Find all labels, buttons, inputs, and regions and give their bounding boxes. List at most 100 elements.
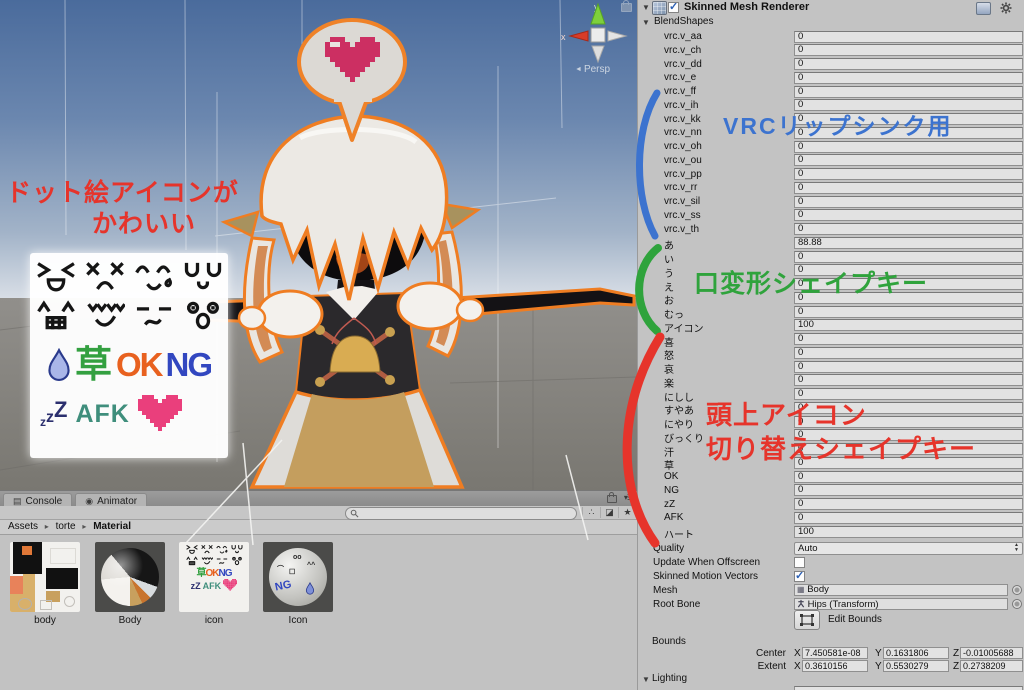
pixel-face-icon — [183, 259, 223, 292]
component-title: Skinned Mesh Renderer — [684, 1, 809, 13]
bounds-label: Bounds — [652, 636, 686, 647]
blendshape-row: vrc.v_ss0 — [638, 209, 1024, 223]
blendshape-label: vrc.v_dd — [664, 59, 702, 70]
search-icon — [350, 509, 359, 518]
search-input[interactable] — [345, 507, 577, 520]
blendshape-label: vrc.v_ff — [664, 86, 696, 97]
pixel-face-icon — [85, 259, 125, 292]
skinned-motion-vectors-checkbox[interactable]: ✓ — [794, 571, 805, 582]
blendshape-row: vrc.v_e0 — [638, 71, 1024, 85]
blendshape-row: ハート 100 — [638, 525, 1024, 539]
gear-icon[interactable] — [1000, 2, 1012, 14]
extent-z-field[interactable]: 0.2738209 — [960, 660, 1023, 672]
blendshape-value-field[interactable]: 0 — [794, 361, 1023, 373]
object-picker-icon[interactable] — [1012, 585, 1022, 595]
tab-label: Animator — [97, 496, 137, 507]
menu-icon[interactable]: ▾☰ — [624, 493, 633, 502]
component-header[interactable]: ▼ ✓ Skinned Mesh Renderer — [638, 0, 1024, 15]
asset-label[interactable]: icon — [179, 615, 249, 626]
edit-bounds-button[interactable] — [794, 610, 820, 630]
breadcrumb-arrow-icon: ▸ — [45, 522, 49, 531]
asset-thumb-icon-texture[interactable]: 草OKNG zZAFK — [179, 542, 249, 612]
blendshape-value-field[interactable]: 0 — [794, 154, 1023, 166]
blendshape-value-field[interactable]: 0 — [794, 512, 1023, 524]
center-z-field[interactable]: -0.01005688 — [960, 647, 1023, 659]
blendshape-value-field[interactable]: 0 — [794, 31, 1023, 43]
scene-view[interactable]: y x ◄Persp ドット絵アイコンが かわいい 草 OK N — [0, 0, 637, 490]
blendshape-value-field[interactable]: 0 — [794, 44, 1023, 56]
update-when-offscreen-checkbox[interactable] — [794, 557, 805, 568]
asset-thumb-body-material[interactable] — [95, 542, 165, 612]
blendshape-value-field[interactable]: 100 — [794, 319, 1023, 331]
blendshape-value-field[interactable]: 0 — [794, 196, 1023, 208]
edit-bounds-label: Edit Bounds — [828, 614, 882, 625]
extent-y-field[interactable]: 0.5530279 — [883, 660, 949, 672]
sprite-pack-button[interactable]: ∴ — [582, 507, 600, 518]
quality-dropdown[interactable]: Auto ▲▼ — [794, 542, 1023, 555]
annotation-cute: ドット絵アイコンが かわいい — [6, 178, 262, 239]
blendshape-value-field[interactable]: 0 — [794, 498, 1023, 510]
help-icon[interactable] — [976, 2, 991, 15]
blendshape-value-field[interactable]: 0 — [794, 58, 1023, 70]
extent-x-field[interactable]: 0.3610156 — [802, 660, 868, 672]
icon-sheet-row: zzZ AFK — [34, 391, 224, 437]
mesh-object-field[interactable]: ▦ Body — [794, 584, 1008, 596]
asset-label[interactable]: body — [10, 615, 80, 626]
pixel-face-icon — [36, 259, 76, 292]
annotation-cute-line2: かわいい — [92, 209, 262, 240]
root-bone-object-field[interactable]: Hips (Transform) — [794, 598, 1008, 610]
blendshape-value-field[interactable]: 0 — [794, 223, 1023, 235]
foldout-arrow-icon[interactable]: ▼ — [642, 18, 650, 27]
label-button[interactable]: ◪ — [600, 507, 618, 518]
annotation-head-line1: 頭上アイコン — [706, 398, 976, 432]
favorite-button[interactable]: ★ — [618, 507, 636, 518]
breadcrumb-assets[interactable]: Assets — [8, 521, 38, 532]
blendshape-value-field[interactable]: 0 — [794, 168, 1023, 180]
blendshape-label: ハート — [664, 526, 694, 541]
asset-thumb-icon-material[interactable]: oo ^^ ⌒ ☐ NG — [263, 542, 333, 612]
foldout-arrow-icon[interactable]: ▼ — [642, 675, 650, 684]
lighting-label[interactable]: Lighting — [652, 673, 687, 684]
pixel-heart-icon — [223, 579, 237, 591]
blendshape-row: vrc.v_aa 0 — [638, 30, 1024, 44]
blendshapes-section-label[interactable]: BlendShapes — [654, 16, 714, 27]
breadcrumb-material[interactable]: Material — [93, 521, 131, 532]
blendshape-value-field[interactable]: 0 — [794, 333, 1023, 345]
blendshape-value-field[interactable]: 0 — [794, 374, 1023, 386]
center-x-field[interactable]: 7.450581e-08 — [802, 647, 868, 659]
blendshape-value-field[interactable]: 100 — [794, 526, 1023, 538]
root-bone-label: Root Bone — [653, 599, 700, 610]
blendshape-label: AFK — [664, 512, 683, 523]
bounds-icon — [799, 613, 815, 627]
asset-label[interactable]: Icon — [263, 615, 333, 626]
object-picker-icon[interactable] — [1012, 599, 1022, 609]
kusa-icon: 草 — [75, 348, 112, 381]
mesh-label: Mesh — [653, 585, 677, 596]
blendshape-value-field[interactable]: 0 — [794, 484, 1023, 496]
blendshape-value-field[interactable]: 0 — [794, 471, 1023, 483]
blendshape-row: zZ 0 — [638, 498, 1024, 512]
foldout-arrow-icon[interactable]: ▼ — [642, 3, 650, 12]
blendshape-value-field[interactable]: 0 — [794, 209, 1023, 221]
gizmo-x-label: x — [561, 32, 566, 42]
asset-thumb-body-texture[interactable] — [10, 542, 80, 612]
blendshape-value-field[interactable]: 0 — [794, 251, 1023, 263]
axis-z-label: Z — [953, 661, 959, 672]
blendshape-value-field[interactable]: 0 — [794, 86, 1023, 98]
pixel-face-icon — [216, 544, 228, 554]
pixel-face-icon — [201, 556, 213, 566]
center-y-field[interactable]: 0.1631806 — [883, 647, 949, 659]
blendshape-value-field[interactable]: 0 — [794, 141, 1023, 153]
blendshape-value-field[interactable]: 0 — [794, 347, 1023, 359]
blendshape-value-field[interactable]: 0 — [794, 182, 1023, 194]
asset-label[interactable]: Body — [95, 615, 165, 626]
lock-icon[interactable] — [607, 495, 617, 503]
blendshape-label: vrc.v_aa — [664, 31, 702, 42]
blendshape-label: zZ — [664, 499, 675, 510]
blendshape-value-field[interactable]: 88.88 — [794, 237, 1023, 249]
component-enabled-checkbox[interactable]: ✓ — [668, 2, 679, 13]
breadcrumb-torte[interactable]: torte — [56, 521, 76, 532]
persp-label[interactable]: ◄Persp — [575, 64, 610, 75]
blendshape-value-field[interactable]: 0 — [794, 72, 1023, 84]
blendshape-value-field[interactable]: 0 — [794, 306, 1023, 318]
